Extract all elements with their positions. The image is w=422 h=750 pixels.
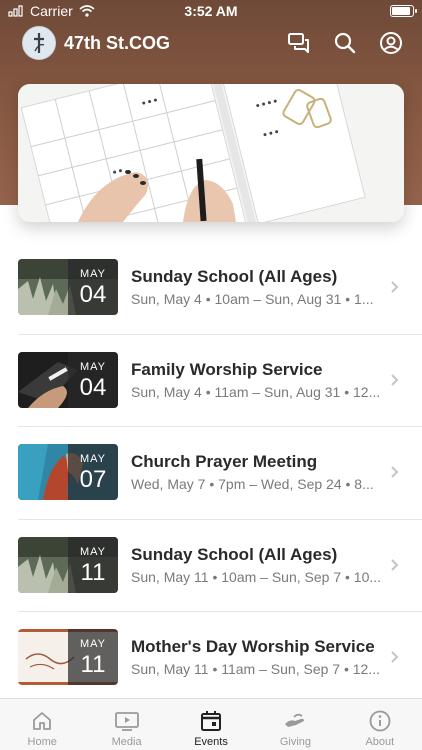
planner-hands-image <box>18 84 404 222</box>
event-month: MAY <box>79 638 107 650</box>
event-month: MAY <box>79 545 107 558</box>
event-thumbnail: MAY 04 <box>18 259 118 315</box>
event-title: Sunday School (All Ages) <box>131 267 338 286</box>
event-thumbnail: MAY 11 <box>18 629 118 685</box>
tab-label: Home <box>27 736 57 748</box>
home-icon <box>33 712 52 730</box>
event-title: Sunday School (All Ages) <box>131 544 338 564</box>
date-badge: MAY 11 <box>68 536 118 593</box>
tab-label: Media <box>111 736 142 748</box>
tab-giving[interactable]: Giving <box>253 699 337 750</box>
event-month: MAY <box>79 453 107 465</box>
tab-events[interactable]: Events <box>169 699 253 750</box>
event-subtitle: Sun, May 4 • 11am – Sun, Aug 31 • 12... <box>131 383 381 400</box>
event-day: 04 <box>79 281 107 308</box>
event-subtitle: Sun, May 11 • 10am – Sun, Sep 7 • 10... <box>131 568 381 585</box>
tab-label: Events <box>194 736 228 748</box>
chevron-right-icon <box>391 558 399 571</box>
event-month: MAY <box>79 268 107 280</box>
event-title: Mother's Day Worship Service <box>131 637 375 656</box>
chat-button[interactable] <box>286 30 312 56</box>
event-row[interactable]: MAY 07 Church Prayer Meeting Wed, May 7 •… <box>18 427 422 520</box>
event-row[interactable]: MAY 11 Sunday School (All Ages) Sun, May … <box>18 520 422 612</box>
tab-home[interactable]: Home <box>0 699 84 750</box>
tab-about[interactable]: About <box>338 699 422 750</box>
date-badge: MAY 11 <box>68 629 118 685</box>
app-title: 47th St.COG <box>64 33 171 53</box>
event-row[interactable]: MAY 04 Family Worship Service Sun, May 4 … <box>18 335 422 427</box>
events-list: MAY 04 Sunday School (All Ages) Sun, May … <box>0 242 422 705</box>
status-bar: Carrier 3:52 AM <box>0 0 422 22</box>
tab-label: About <box>365 736 395 748</box>
event-row[interactable]: MAY 04 Sunday School (All Ages) Sun, May … <box>18 242 422 335</box>
event-day: 04 <box>79 373 107 401</box>
app-bar: 47th St.COG <box>0 24 422 64</box>
profile-icon <box>380 32 402 54</box>
event-day: 11 <box>80 651 106 678</box>
event-thumbnail: MAY 04 <box>18 351 118 408</box>
calendar-icon <box>201 711 222 731</box>
event-subtitle: Sun, May 4 • 10am – Sun, Aug 31 • 1... <box>131 291 374 307</box>
tab-bar: Home Media Events Giving About <box>0 698 422 750</box>
event-row[interactable]: MAY 11 Mother's Day Worship Service Sun, … <box>18 612 422 705</box>
cross-icon <box>34 33 45 53</box>
info-icon <box>369 710 391 732</box>
status-time: 3:52 AM <box>184 3 238 19</box>
profile-button[interactable] <box>378 30 404 56</box>
date-badge: MAY 07 <box>68 444 118 500</box>
date-badge: MAY 04 <box>68 351 118 408</box>
event-thumbnail: MAY 07 <box>18 444 118 500</box>
events-screen: Carrier 3:52 AM 47th St.COG MAY 04 Sunda… <box>0 0 422 750</box>
chevron-right-icon <box>391 373 399 386</box>
search-button[interactable] <box>332 30 358 56</box>
media-icon <box>114 712 139 731</box>
tab-media[interactable]: Media <box>84 699 168 750</box>
event-day: 11 <box>80 558 106 586</box>
chat-icon <box>288 33 309 53</box>
giving-icon <box>285 713 305 727</box>
tab-label: Giving <box>279 736 312 748</box>
battery-icon <box>390 5 417 17</box>
event-subtitle: Wed, May 7 • 7pm – Wed, Sep 24 • 8... <box>131 476 374 492</box>
event-title: Church Prayer Meeting <box>131 452 318 471</box>
chevron-right-icon <box>391 466 399 478</box>
event-subtitle: Sun, May 11 • 11am – Sun, Sep 7 • 12... <box>131 661 380 677</box>
event-day: 07 <box>79 466 107 493</box>
church-logo[interactable] <box>22 26 56 60</box>
chevron-right-icon <box>391 651 399 663</box>
date-badge: MAY 04 <box>68 259 118 315</box>
search-icon <box>334 32 356 54</box>
event-thumbnail: MAY 11 <box>18 536 118 593</box>
event-title: Family Worship Service <box>131 359 323 379</box>
hero-banner[interactable] <box>18 84 404 222</box>
chevron-right-icon <box>391 281 399 293</box>
event-month: MAY <box>79 360 107 373</box>
